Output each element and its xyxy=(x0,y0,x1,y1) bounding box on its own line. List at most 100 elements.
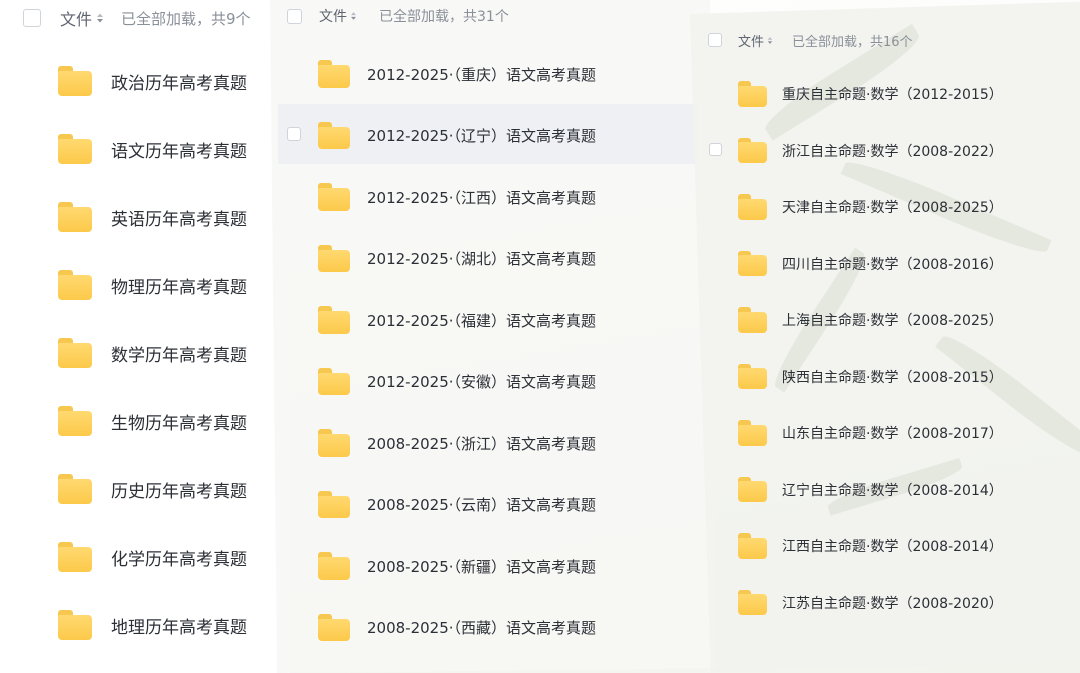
file-column-label[interactable]: 文件 xyxy=(60,6,92,30)
folder-row[interactable]: 物理历年高考真题 xyxy=(58,270,247,300)
folder-name[interactable]: 数学历年高考真题 xyxy=(111,341,247,366)
folder-icon xyxy=(58,134,92,164)
file-column-label[interactable]: 文件 xyxy=(319,6,347,26)
folder-icon xyxy=(318,429,350,457)
folder-name[interactable]: 2012-2025·（辽宁）语文高考真题 xyxy=(367,125,596,146)
folder-name[interactable]: 重庆自主命题·数学（2012-2015） xyxy=(782,84,1003,104)
folder-name[interactable]: 2008-2025·（新疆）语文高考真题 xyxy=(367,556,596,577)
folder-icon xyxy=(738,589,767,616)
folder-row[interactable]: 2008-2025·（新疆）语文高考真题 xyxy=(318,552,596,580)
sort-icon[interactable] xyxy=(96,12,104,24)
folder-icon xyxy=(318,60,350,88)
folder-icon xyxy=(318,552,350,580)
folder-icon xyxy=(738,137,767,164)
row-checkbox[interactable] xyxy=(287,127,301,141)
folder-row[interactable]: 江西自主命题·数学（2008-2014） xyxy=(738,533,1003,559)
folder-row[interactable]: 浙江自主命题·数学（2008-2022） xyxy=(738,137,1003,164)
folder-name[interactable]: 英语历年高考真题 xyxy=(111,205,247,230)
folder-name[interactable]: 江苏自主命题·数学（2008-2020） xyxy=(782,593,1003,613)
folder-row[interactable]: 2008-2025·（浙江）语文高考真题 xyxy=(318,429,596,457)
folder-row[interactable]: 2012-2025·（重庆）语文高考真题 xyxy=(318,60,596,88)
select-all-checkbox[interactable] xyxy=(708,33,722,47)
list-header: 文件 已全部加载，共31个 xyxy=(287,7,509,25)
folder-row[interactable]: 生物历年高考真题 xyxy=(58,406,247,436)
folder-icon xyxy=(318,613,350,642)
folder-row[interactable]: 历史历年高考真题 xyxy=(58,474,247,504)
folder-name[interactable]: 上海自主命题·数学（2008-2025） xyxy=(782,310,1003,330)
folder-name[interactable]: 2012-2025·（湖北）语文高考真题 xyxy=(367,248,596,269)
folder-row[interactable]: 2012-2025·（辽宁）语文高考真题 xyxy=(318,121,596,150)
folder-name[interactable]: 天津自主命题·数学（2008-2025） xyxy=(782,197,1003,217)
folder-icon xyxy=(318,244,350,273)
folder-name[interactable]: 四川自主命题·数学（2008-2016） xyxy=(782,254,1003,274)
folder-name[interactable]: 政治历年高考真题 xyxy=(111,69,247,94)
select-all-checkbox[interactable] xyxy=(287,8,302,24)
folder-icon xyxy=(738,420,767,446)
folder-icon xyxy=(738,307,767,333)
folder-name[interactable]: 历史历年高考真题 xyxy=(111,477,247,502)
folder-name[interactable]: 辽宁自主命题·数学（2008-2014） xyxy=(782,480,1003,500)
select-all-checkbox[interactable] xyxy=(23,9,41,27)
folder-name[interactable]: 2008-2025·（西藏）语文高考真题 xyxy=(367,617,596,638)
folder-row[interactable]: 2008-2025·（云南）语文高考真题 xyxy=(318,490,596,519)
loaded-count: 已全部加载，共31个 xyxy=(379,9,509,25)
folder-name[interactable]: 山东自主命题·数学（2008-2017） xyxy=(782,423,1003,443)
folder-name[interactable]: 生物历年高考真题 xyxy=(111,409,247,434)
folder-name[interactable]: 2008-2025·（云南）语文高考真题 xyxy=(367,494,596,515)
folder-name[interactable]: 2012-2025·（福建）语文高考真题 xyxy=(367,310,596,331)
folder-name[interactable]: 2012-2025·（重庆）语文高考真题 xyxy=(367,64,596,85)
folder-icon xyxy=(738,476,767,503)
folder-name[interactable]: 2012-2025·（江西）语文高考真题 xyxy=(367,187,596,208)
folder-icon xyxy=(318,183,350,211)
folder-icon xyxy=(318,306,350,334)
folder-row[interactable]: 上海自主命题·数学（2008-2025） xyxy=(738,307,1003,333)
folder-name[interactable]: 浙江自主命题·数学（2008-2022） xyxy=(782,141,1003,161)
folder-icon xyxy=(58,542,92,572)
folder-name[interactable]: 物理历年高考真题 xyxy=(111,273,247,298)
folder-row[interactable]: 2012-2025·（福建）语文高考真题 xyxy=(318,306,596,334)
folder-icon xyxy=(58,338,92,368)
folder-row[interactable]: 2012-2025·（安徽）语文高考真题 xyxy=(318,367,596,396)
folder-icon xyxy=(318,490,350,519)
folder-row[interactable]: 化学历年高考真题 xyxy=(58,542,247,572)
folder-icon xyxy=(58,202,92,232)
folder-row[interactable]: 2012-2025·（江西）语文高考真题 xyxy=(318,183,596,211)
folder-icon xyxy=(58,270,92,300)
folder-row[interactable]: 四川自主命题·数学（2008-2016） xyxy=(738,250,1003,277)
loaded-count: 已全部加载，共16个 xyxy=(792,34,913,50)
folder-row[interactable]: 2008-2025·（西藏）语文高考真题 xyxy=(318,613,596,642)
folder-row[interactable]: 2012-2025·（湖北）语文高考真题 xyxy=(318,244,596,273)
folder-icon xyxy=(738,533,767,559)
folder-icon xyxy=(318,121,350,150)
folder-name[interactable]: 2012-2025·（安徽）语文高考真题 xyxy=(367,371,596,392)
folder-row[interactable]: 江苏自主命题·数学（2008-2020） xyxy=(738,589,1003,616)
folder-row[interactable]: 政治历年高考真题 xyxy=(58,66,247,96)
folder-row[interactable]: 天津自主命题·数学（2008-2025） xyxy=(738,194,1003,220)
folder-row[interactable]: 重庆自主命题·数学（2012-2015） xyxy=(738,81,1003,107)
folder-row[interactable]: 辽宁自主命题·数学（2008-2014） xyxy=(738,476,1003,503)
sort-icon[interactable] xyxy=(767,36,773,45)
folder-row[interactable]: 数学历年高考真题 xyxy=(58,338,247,368)
folder-icon xyxy=(58,406,92,436)
folder-icon xyxy=(738,81,767,107)
row-checkbox[interactable] xyxy=(709,143,722,156)
file-panel-1: 文件 已全部加载，共9个 政治历年高考真题 语文历年高考真题 英语历年高考真题 物理历… xyxy=(0,0,290,673)
folder-row[interactable]: 语文历年高考真题 xyxy=(58,134,247,164)
file-column-label[interactable]: 文件 xyxy=(738,31,764,50)
folder-name[interactable]: 语文历年高考真题 xyxy=(111,137,247,162)
folder-name[interactable]: 陕西自主命题·数学（2008-2015） xyxy=(782,367,1003,387)
folder-name[interactable]: 化学历年高考真题 xyxy=(111,545,247,570)
folder-name[interactable]: 2008-2025·（浙江）语文高考真题 xyxy=(367,433,596,454)
sort-icon[interactable] xyxy=(350,11,357,21)
folder-name[interactable]: 江西自主命题·数学（2008-2014） xyxy=(782,536,1003,556)
folder-row[interactable]: 陕西自主命题·数学（2008-2015） xyxy=(738,363,1003,390)
list-header: 文件 已全部加载，共9个 xyxy=(23,6,251,30)
folder-name[interactable]: 地理历年高考真题 xyxy=(111,613,247,638)
loaded-count: 已全部加载，共9个 xyxy=(121,9,251,28)
folder-row[interactable]: 地理历年高考真题 xyxy=(58,610,247,640)
folder-row[interactable]: 山东自主命题·数学（2008-2017） xyxy=(738,420,1003,446)
folder-icon xyxy=(58,474,92,504)
folder-row[interactable]: 英语历年高考真题 xyxy=(58,202,247,232)
folder-icon xyxy=(318,367,350,396)
folder-icon xyxy=(58,610,92,640)
